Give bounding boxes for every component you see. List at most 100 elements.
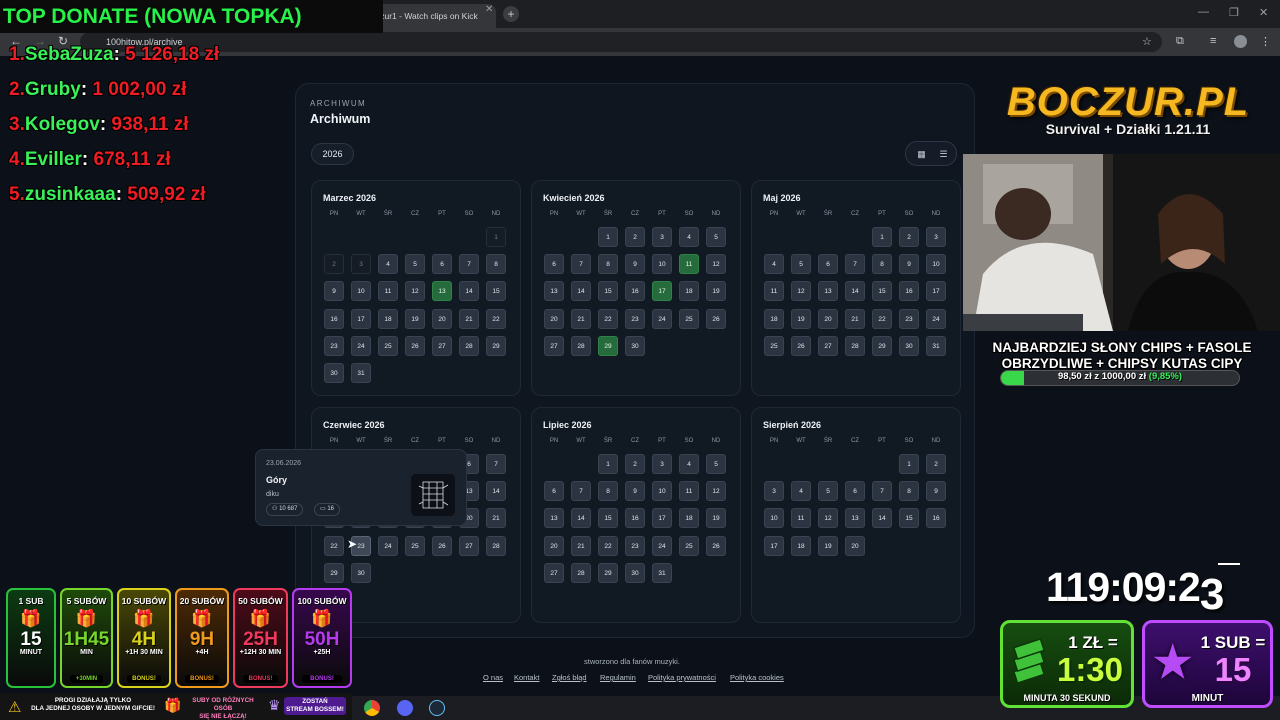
day-cell[interactable]: 6 <box>818 254 838 275</box>
day-cell[interactable]: 1 <box>486 227 506 247</box>
day-cell[interactable]: 1 <box>598 227 618 247</box>
extensions-icon[interactable]: ⧉ <box>1176 35 1184 48</box>
day-cell[interactable]: 19 <box>706 508 726 529</box>
day-cell[interactable]: 29 <box>486 335 506 356</box>
day-cell[interactable]: 28 <box>486 535 506 556</box>
day-cell[interactable]: 16 <box>926 508 946 529</box>
day-cell[interactable]: 15 <box>598 508 618 529</box>
day-cell[interactable]: 1 <box>598 454 618 474</box>
day-cell[interactable]: 12 <box>706 481 726 502</box>
day-cell[interactable]: 18 <box>679 508 699 529</box>
day-cell[interactable]: 3 <box>652 227 672 247</box>
day-cell[interactable]: 20 <box>544 535 564 556</box>
day-cell[interactable]: 27 <box>544 562 564 583</box>
day-cell[interactable]: 5 <box>405 254 425 275</box>
day-cell[interactable]: 30 <box>899 335 919 356</box>
tab-close-icon[interactable]: ✕ <box>485 4 493 15</box>
day-cell[interactable]: 1 <box>872 227 892 247</box>
day-cell[interactable]: 10 <box>652 254 672 275</box>
day-cell[interactable]: 4 <box>378 254 398 275</box>
footer-link-contact[interactable]: Kontakt <box>514 673 539 682</box>
calendar-view-icon[interactable]: ▦ <box>913 146 930 163</box>
day-cell[interactable]: 27 <box>544 335 564 356</box>
day-cell[interactable]: 31 <box>652 562 672 583</box>
day-cell[interactable]: 7 <box>571 481 591 502</box>
day-cell[interactable]: 13 <box>544 281 564 302</box>
day-cell[interactable]: 9 <box>324 281 344 302</box>
bookmark-star-icon[interactable]: ☆ <box>1142 35 1152 48</box>
close-window-icon[interactable]: ✕ <box>1259 6 1268 19</box>
day-cell[interactable]: 30 <box>351 562 371 583</box>
day-cell[interactable]: 21 <box>459 308 479 329</box>
day-cell[interactable]: 14 <box>571 281 591 302</box>
day-cell[interactable]: 15 <box>872 281 892 302</box>
day-cell[interactable]: 5 <box>706 227 726 247</box>
footer-link-privacy[interactable]: Polityka prywatności <box>648 673 716 682</box>
day-cell[interactable]: 13 <box>845 508 865 529</box>
day-cell[interactable]: 22 <box>598 535 618 556</box>
day-cell[interactable]: 31 <box>351 363 371 383</box>
day-cell[interactable]: 16 <box>625 508 645 529</box>
day-cell[interactable]: 6 <box>845 481 865 502</box>
day-cell[interactable]: 24 <box>351 335 371 356</box>
day-cell[interactable]: 31 <box>926 335 946 356</box>
day-cell[interactable]: 18 <box>679 281 699 302</box>
day-cell[interactable]: 8 <box>486 254 506 275</box>
day-cell[interactable]: 25 <box>378 335 398 356</box>
day-cell[interactable]: 10 <box>652 481 672 502</box>
day-cell[interactable]: 4 <box>679 454 699 474</box>
day-cell[interactable]: 7 <box>872 481 892 502</box>
day-cell[interactable]: 8 <box>598 254 618 275</box>
day-cell[interactable]: 7 <box>571 254 591 275</box>
day-cell[interactable]: 16 <box>324 308 344 329</box>
day-cell[interactable]: 12 <box>706 254 726 275</box>
day-cell[interactable]: 9 <box>625 481 645 502</box>
footer-link-cookies[interactable]: Polityka cookies <box>730 673 784 682</box>
day-cell[interactable]: 13 <box>432 281 452 302</box>
day-cell[interactable]: 23 <box>625 535 645 556</box>
day-cell[interactable]: 10 <box>926 254 946 275</box>
day-cell[interactable]: 14 <box>845 281 865 302</box>
list-view-icon[interactable]: ☰ <box>935 146 952 163</box>
day-cell[interactable]: 11 <box>679 254 699 275</box>
discord-taskbar-icon[interactable] <box>397 700 413 716</box>
day-cell[interactable]: 2 <box>324 254 344 275</box>
day-cell[interactable]: 12 <box>791 281 811 302</box>
day-cell[interactable]: 5 <box>818 481 838 502</box>
day-cell[interactable]: 3 <box>351 254 371 275</box>
footer-link-terms[interactable]: Regulamin <box>600 673 636 682</box>
day-cell[interactable]: 26 <box>706 308 726 329</box>
day-cell[interactable]: 6 <box>432 254 452 275</box>
day-cell[interactable]: 27 <box>432 335 452 356</box>
minimize-icon[interactable]: — <box>1198 6 1209 18</box>
day-cell[interactable]: 17 <box>926 281 946 302</box>
day-cell[interactable]: 24 <box>378 535 398 556</box>
day-cell[interactable]: 27 <box>459 535 479 556</box>
day-cell[interactable]: 11 <box>764 281 784 302</box>
omnibox[interactable] <box>80 32 1162 52</box>
day-cell[interactable]: 27 <box>818 335 838 356</box>
day-cell[interactable]: 7 <box>459 254 479 275</box>
day-cell[interactable]: 21 <box>571 308 591 329</box>
new-tab-icon[interactable]: + <box>503 6 519 22</box>
day-cell[interactable]: 3 <box>926 227 946 247</box>
day-cell[interactable]: 28 <box>845 335 865 356</box>
day-cell[interactable]: 25 <box>679 308 699 329</box>
day-cell[interactable]: 12 <box>818 508 838 529</box>
maximize-icon[interactable]: ❐ <box>1229 6 1239 19</box>
day-cell[interactable]: 2 <box>926 454 946 474</box>
day-cell[interactable]: 8 <box>899 481 919 502</box>
day-cell[interactable]: 18 <box>378 308 398 329</box>
day-cell[interactable]: 14 <box>872 508 892 529</box>
day-cell[interactable]: 10 <box>764 508 784 529</box>
day-cell[interactable]: 21 <box>571 535 591 556</box>
day-cell[interactable]: 5 <box>791 254 811 275</box>
day-cell[interactable]: 16 <box>625 281 645 302</box>
day-cell[interactable]: 19 <box>706 281 726 302</box>
day-cell[interactable]: 2 <box>899 227 919 247</box>
day-cell[interactable]: 29 <box>872 335 892 356</box>
day-cell[interactable]: 4 <box>791 481 811 502</box>
day-cell[interactable]: 17 <box>652 508 672 529</box>
day-cell[interactable]: 21 <box>845 308 865 329</box>
day-cell[interactable]: 1 <box>899 454 919 474</box>
